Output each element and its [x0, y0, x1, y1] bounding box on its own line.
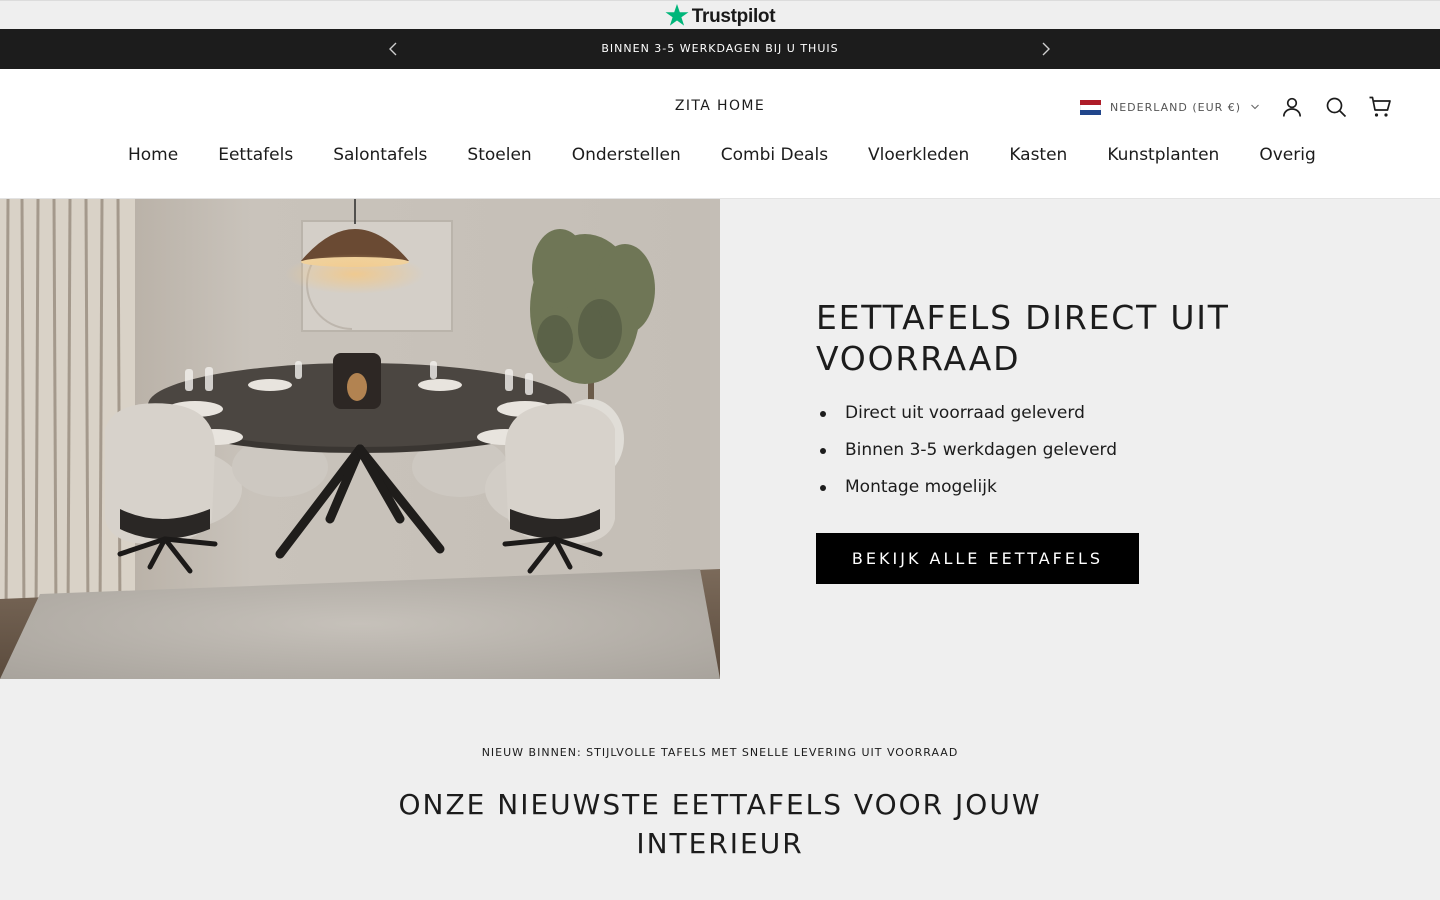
chevron-right-icon[interactable] — [1035, 38, 1057, 60]
view-all-tables-button[interactable]: BEKIJK ALLE EETTAFELS — [816, 533, 1139, 584]
nav-item-stoelen[interactable]: Stoelen — [447, 145, 551, 165]
hero-section: EETTAFELS DIRECT UIT VOORRAAD Direct uit… — [0, 199, 1440, 679]
announcement-text: BINNEN 3-5 WERKDAGEN BIJ U THUIS — [601, 42, 839, 55]
hero-title: EETTAFELS DIRECT UIT VOORRAAD — [816, 298, 1230, 378]
main-nav: Home Eettafels Salontafels Stoelen Onder… — [108, 145, 1336, 165]
nav-item-combi-deals[interactable]: Combi Deals — [701, 145, 848, 165]
search-icon[interactable] — [1324, 95, 1348, 119]
cart-icon[interactable] — [1368, 95, 1392, 119]
nav-item-kasten[interactable]: Kasten — [989, 145, 1087, 165]
list-item: Binnen 3-5 werkdagen geleverd — [816, 432, 1117, 469]
country-label: NEDERLAND (EUR €) — [1110, 100, 1242, 114]
nav-item-eettafels[interactable]: Eettafels — [198, 145, 313, 165]
trustpilot-star-icon — [665, 4, 689, 26]
netherlands-flag-icon — [1080, 99, 1101, 115]
section-title: ONZE NIEUWSTE EETTAFELS VOOR JOUW INTERI… — [398, 788, 1042, 860]
country-selector[interactable]: NEDERLAND (EUR €) — [1080, 97, 1260, 117]
nav-item-home[interactable]: Home — [108, 145, 198, 165]
section-subtitle: NIEUW BINNEN: STIJLVOLLE TAFELS MET SNEL… — [481, 746, 959, 759]
list-item: Montage mogelijk — [816, 469, 1117, 506]
nav-item-kunstplanten[interactable]: Kunstplanten — [1087, 145, 1239, 165]
site-header: ZITA HOME NEDERLAND (EUR €) Home Eettafe… — [0, 69, 1440, 199]
nav-item-overig[interactable]: Overig — [1239, 145, 1335, 165]
trustpilot-label: Trustpilot — [691, 5, 776, 27]
chevron-down-icon — [1251, 104, 1259, 110]
nav-item-salontafels[interactable]: Salontafels — [313, 145, 447, 165]
hero-benefits-list: Direct uit voorraad geleverd Binnen 3-5 … — [816, 395, 1117, 506]
trustpilot-bar[interactable]: Trustpilot — [0, 0, 1440, 29]
account-icon[interactable] — [1280, 95, 1304, 119]
nav-item-onderstellen[interactable]: Onderstellen — [552, 145, 701, 165]
hero-content: EETTAFELS DIRECT UIT VOORRAAD Direct uit… — [720, 199, 1440, 679]
hero-dining-room-image — [0, 199, 720, 679]
announcement-bar: BINNEN 3-5 WERKDAGEN BIJ U THUIS — [0, 29, 1440, 69]
list-item: Direct uit voorraad geleverd — [816, 395, 1117, 432]
nav-item-vloerkleden[interactable]: Vloerkleden — [848, 145, 989, 165]
